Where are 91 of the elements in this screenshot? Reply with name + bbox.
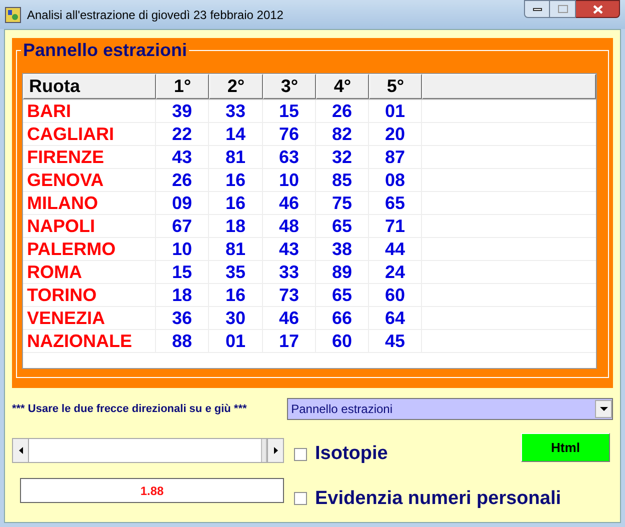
minimize-button[interactable] — [524, 0, 550, 18]
table-cell: 26 — [156, 169, 209, 191]
table-cell: 35 — [209, 261, 263, 283]
table-cell: 01 — [209, 330, 263, 352]
left-arrow-icon — [18, 447, 22, 454]
table-cell: 38 — [316, 238, 369, 260]
table-cell: 01 — [369, 100, 422, 122]
table-cell: 46 — [263, 192, 316, 214]
table-cell: 24 — [369, 261, 422, 283]
table-cell: 89 — [316, 261, 369, 283]
table-cell: 60 — [369, 284, 422, 306]
table-cell: 66 — [316, 307, 369, 329]
table-cell: 71 — [369, 215, 422, 237]
column-header: 3° — [263, 74, 316, 99]
table-cell: 16 — [209, 192, 263, 214]
table-cell: TORINO — [23, 284, 156, 306]
table-cell: 65 — [316, 215, 369, 237]
view-dropdown[interactable]: Pannello estrazioni — [287, 398, 613, 420]
table-cell: 64 — [369, 307, 422, 329]
table-cell: 09 — [156, 192, 209, 214]
table-cell: 26 — [316, 100, 369, 122]
table-cell: 10 — [156, 238, 209, 260]
table-cell: 67 — [156, 215, 209, 237]
table-cell: PALERMO — [23, 238, 156, 260]
table-cell: 16 — [209, 169, 263, 191]
table-cell: 43 — [263, 238, 316, 260]
table-cell: 15 — [156, 261, 209, 283]
table-cell: NAPOLI — [23, 215, 156, 237]
table-cell: 17 — [263, 330, 316, 352]
table-cell: 43 — [156, 146, 209, 168]
html-button[interactable]: Html — [521, 432, 610, 462]
table-cell: 81 — [209, 238, 263, 260]
table-cell: 15 — [263, 100, 316, 122]
table-cell: 46 — [263, 307, 316, 329]
table-cell: 65 — [316, 284, 369, 306]
table-cell: 33 — [209, 100, 263, 122]
scroll-right-button[interactable] — [267, 439, 283, 462]
table-cell: CAGLIARI — [23, 123, 156, 145]
close-icon — [592, 4, 602, 14]
table-cell: 45 — [369, 330, 422, 352]
table-cell: 20 — [369, 123, 422, 145]
right-arrow-icon — [274, 447, 278, 454]
checkbox[interactable] — [294, 492, 307, 506]
table-cell: 32 — [316, 146, 369, 168]
checkbox-label[interactable]: Evidenzia numeri personali — [315, 484, 562, 513]
table-cell: 30 — [209, 307, 263, 329]
column-header: 5° — [369, 74, 422, 99]
app-icon — [5, 6, 21, 22]
table-cell: 16 — [209, 284, 263, 306]
column-header: 1° — [156, 74, 209, 99]
table-cell: MILANO — [23, 192, 156, 214]
table-cell: 85 — [316, 169, 369, 191]
value-field[interactable]: 1.88 — [20, 478, 284, 503]
table-cell: 76 — [263, 123, 316, 145]
table-cell: NAZIONALE — [23, 330, 156, 352]
window-title: Analisi all'estrazione di giovedì 23 febbraio 2012 — [27, 6, 284, 24]
table-cell: GENOVA — [23, 169, 156, 191]
table-cell: 18 — [209, 215, 263, 237]
table-cell: VENEZIA — [23, 307, 156, 329]
table-cell: 63 — [263, 146, 316, 168]
table-cell: 82 — [316, 123, 369, 145]
table-cell: 81 — [209, 146, 263, 168]
scroll-left-button[interactable] — [13, 439, 29, 462]
table-cell: BARI — [23, 100, 156, 122]
table-cell: 08 — [369, 169, 422, 191]
table-cell: 44 — [369, 238, 422, 260]
table-cell: 75 — [316, 192, 369, 214]
table-cell: 65 — [369, 192, 422, 214]
close-button[interactable] — [576, 0, 620, 18]
table-cell: 60 — [316, 330, 369, 352]
table-cell: 22 — [156, 123, 209, 145]
scrollbar[interactable] — [12, 438, 284, 463]
checkbox-label[interactable]: Isotopie — [315, 440, 388, 468]
table-cell: FIRENZE — [23, 146, 156, 168]
column-header: 2° — [209, 74, 263, 99]
table-cell: 88 — [156, 330, 209, 352]
table-cell: 18 — [156, 284, 209, 306]
scroll-thumb[interactable] — [261, 439, 267, 462]
table-cell: 14 — [209, 123, 263, 145]
table-cell: 87 — [369, 146, 422, 168]
table-cell: 39 — [156, 100, 209, 122]
column-header: Ruota — [23, 74, 156, 99]
table-cell: 36 — [156, 307, 209, 329]
table-cell: 73 — [263, 284, 316, 306]
table-cell: 48 — [263, 215, 316, 237]
table-cell: 33 — [263, 261, 316, 283]
table-cell: 10 — [263, 169, 316, 191]
checkbox[interactable] — [294, 448, 307, 461]
table-cell: ROMA — [23, 261, 156, 283]
hint-text: *** Usare le due frecce direzionali su e giù *** — [12, 402, 248, 417]
column-header: 4° — [316, 74, 369, 99]
